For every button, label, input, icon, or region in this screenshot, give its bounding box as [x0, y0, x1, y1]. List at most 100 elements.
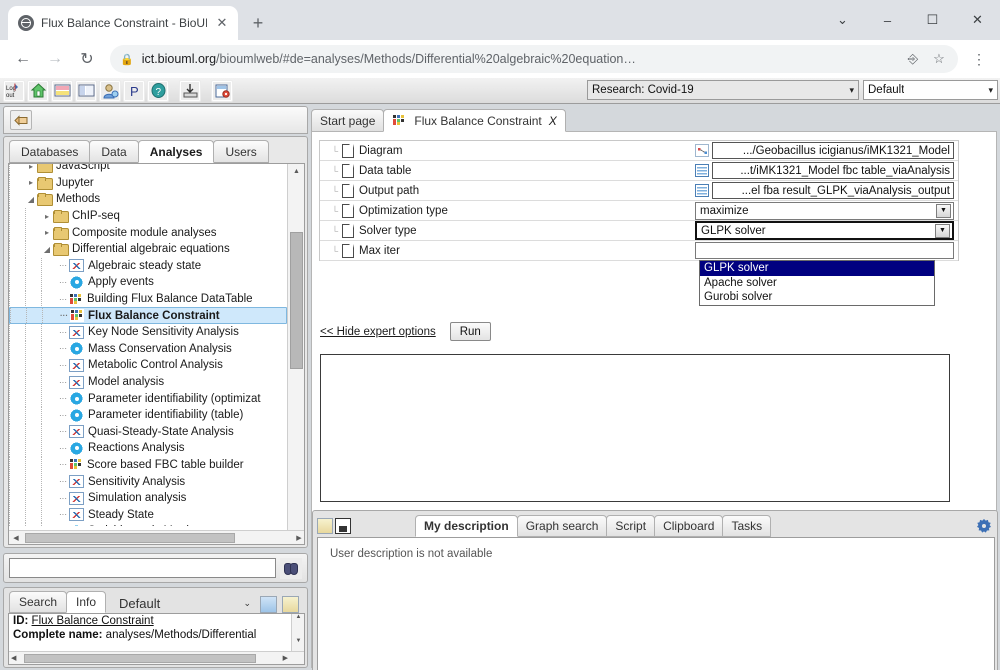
- hide-expert-options-link[interactable]: << Hide expert options: [320, 326, 436, 338]
- tree-toggle-icon[interactable]: ···: [58, 311, 70, 320]
- tree-node[interactable]: ··· Algebraic steady state: [9, 257, 287, 275]
- import-icon[interactable]: [179, 79, 201, 102]
- tree-node[interactable]: ··· Building Flux Balance DataTable: [9, 290, 287, 308]
- parameter-path-field[interactable]: ...el fba result_GLPK_viaAnalysis_output: [712, 182, 954, 199]
- minimize-button[interactable]: –: [865, 4, 910, 36]
- logout-icon[interactable]: Log out: [3, 79, 25, 102]
- tree-node[interactable]: ▸ JavaScript: [9, 164, 287, 175]
- tree-node[interactable]: ··· Metabolic Control Analysis: [9, 357, 287, 374]
- perspective-icon[interactable]: P: [123, 79, 145, 102]
- tree-toggle-icon[interactable]: ···: [57, 394, 69, 403]
- tree-toggle-icon[interactable]: ···: [57, 295, 69, 304]
- new-tab-button[interactable]: +: [244, 9, 272, 37]
- tree-node-selected[interactable]: ··· Flux Balance Constraint: [9, 307, 287, 324]
- collapse-icon[interactable]: [10, 110, 32, 130]
- tree-node[interactable]: ··· Parameter identifiability (optimizat: [9, 390, 287, 407]
- close-icon-tab[interactable]: X: [549, 114, 557, 128]
- address-bar[interactable]: 🔒 ict.biouml.org/bioumlweb/#de=analyses/…: [110, 45, 958, 73]
- close-window-button[interactable]: ✕: [955, 4, 1000, 36]
- tree-node[interactable]: ··· Steady State: [9, 506, 287, 524]
- tree-toggle-icon[interactable]: ▸: [25, 178, 37, 187]
- tab-tasks[interactable]: Tasks: [722, 515, 772, 537]
- chevron-down-icon[interactable]: ▼: [936, 203, 951, 218]
- tab-my-description[interactable]: My description: [415, 515, 518, 537]
- scroll-right-icon[interactable]: ▶: [292, 534, 304, 542]
- browser-tab[interactable]: Flux Balance Constraint - BioUML ✕: [8, 6, 238, 40]
- share-icon[interactable]: ⎆: [904, 51, 922, 67]
- parameter-path-field[interactable]: .../Geobacillus icigianus/iMK1321_Model: [712, 142, 954, 159]
- close-icon[interactable]: ✕: [214, 15, 230, 31]
- dropdown-option[interactable]: GLPK solver: [700, 261, 934, 276]
- tab-start-page[interactable]: Start page: [311, 109, 385, 132]
- dropdown-option[interactable]: Gurobi solver: [700, 290, 934, 305]
- gear-icon[interactable]: [977, 519, 991, 533]
- reload-icon[interactable]: ↻: [72, 44, 102, 74]
- binoculars-icon[interactable]: [280, 557, 302, 579]
- info-scroll-left-icon[interactable]: ◀: [11, 654, 16, 662]
- tree-node[interactable]: ··· Parameter identifiability (table): [9, 406, 287, 424]
- tree-node[interactable]: ▸ ChIP-seq: [9, 207, 287, 225]
- parameter-path-field[interactable]: ...t/iMK1321_Model fbc table_viaAnalysis: [712, 162, 954, 179]
- tab-info[interactable]: Info: [66, 591, 107, 613]
- info-h-scroll-thumb[interactable]: [24, 654, 256, 663]
- tree-toggle-icon[interactable]: ▸: [25, 164, 37, 171]
- tree-toggle-icon[interactable]: ◢: [41, 245, 53, 254]
- tree-toggle-icon[interactable]: ···: [57, 460, 69, 469]
- parameter-select[interactable]: maximize ▼: [695, 201, 954, 220]
- tab-graph-search[interactable]: Graph search: [516, 515, 608, 537]
- research-select[interactable]: Research: Covid-19 ▾: [587, 80, 859, 100]
- tree-toggle-icon[interactable]: ▸: [41, 212, 53, 221]
- info-scroll-up-icon[interactable]: ▲: [292, 614, 304, 626]
- document-icon[interactable]: [260, 596, 278, 613]
- dropdown-option[interactable]: Apache solver: [700, 276, 934, 291]
- tree-node[interactable]: ··· Key Node Sensitivity Analysis: [9, 323, 287, 341]
- parameter-select[interactable]: GLPK solver ▼: [695, 221, 954, 240]
- export-icon[interactable]: [211, 79, 233, 102]
- save-icon[interactable]: [335, 518, 351, 534]
- tree-horizontal-scrollbar[interactable]: ◀ ▶: [9, 530, 304, 544]
- tree-node[interactable]: ··· Score based FBC table builder: [9, 456, 287, 474]
- tree-toggle-icon[interactable]: ···: [57, 494, 69, 503]
- tree-node[interactable]: ▸ Composite module analyses: [9, 224, 287, 241]
- layout-vertical-icon[interactable]: [75, 79, 97, 102]
- tree-toggle-icon[interactable]: ···: [57, 378, 69, 387]
- left-tab-databases[interactable]: Databases: [9, 140, 91, 163]
- chevron-down-icon[interactable]: ▼: [935, 223, 950, 238]
- tab-flux-balance-constraint[interactable]: Flux Balance Constraint X: [383, 109, 566, 132]
- default-select[interactable]: Default ▾: [863, 80, 998, 100]
- scroll-left-icon[interactable]: ◀: [9, 534, 23, 542]
- help-icon[interactable]: ?: [147, 79, 169, 102]
- tree-toggle-icon[interactable]: ···: [57, 510, 69, 519]
- tree-node[interactable]: ···Stoichiometric Matrix: [9, 523, 287, 526]
- parameter-number-field[interactable]: [695, 242, 954, 259]
- tree-node[interactable]: ▸ Jupyter: [9, 174, 287, 192]
- left-tab-data[interactable]: Data: [89, 140, 139, 163]
- tree-node[interactable]: ··· Reactions Analysis: [9, 440, 287, 457]
- maximize-button[interactable]: ☐: [910, 4, 955, 36]
- info-view-select[interactable]: Default ⌄: [115, 593, 256, 613]
- star-icon[interactable]: ☆: [930, 51, 948, 67]
- run-button[interactable]: Run: [449, 322, 491, 341]
- user-icon[interactable]: [99, 79, 121, 102]
- tree-vertical-scrollbar[interactable]: ▲ ▼: [287, 164, 304, 544]
- tree-toggle-icon[interactable]: ···: [57, 444, 69, 453]
- tree-toggle-icon[interactable]: ◢: [25, 195, 37, 204]
- tab-search[interactable]: Search: [9, 591, 68, 613]
- tree-toggle-icon[interactable]: ···: [57, 261, 69, 270]
- tab-search-icon[interactable]: ⌄: [820, 4, 865, 36]
- left-tab-users[interactable]: Users: [213, 140, 269, 163]
- tree-node[interactable]: ··· Sensitivity Analysis: [9, 473, 287, 490]
- tree-node[interactable]: ◢ Differential algebraic equations: [9, 240, 287, 258]
- tree-node[interactable]: ··· Mass Conservation Analysis: [9, 340, 287, 358]
- tree-node[interactable]: ··· Simulation analysis: [9, 489, 287, 507]
- solver-type-dropdown[interactable]: GLPK solver Apache solver Gurobi solver: [699, 260, 935, 306]
- analyses-tree[interactable]: ▸ JavaScript ▸ Jupyter ◢ Methods ▸ ChIP-seq ▸ Com…: [8, 163, 305, 545]
- forward-icon[interactable]: →: [40, 44, 70, 74]
- tab-clipboard[interactable]: Clipboard: [654, 515, 724, 537]
- search-input[interactable]: [9, 558, 276, 578]
- scroll-thumb[interactable]: [290, 232, 303, 369]
- info-horizontal-scrollbar[interactable]: ◀ ▶: [9, 651, 304, 664]
- tree-node[interactable]: ··· Model analysis: [9, 373, 287, 391]
- tree-toggle-icon[interactable]: ···: [57, 278, 69, 287]
- tab-script[interactable]: Script: [606, 515, 656, 537]
